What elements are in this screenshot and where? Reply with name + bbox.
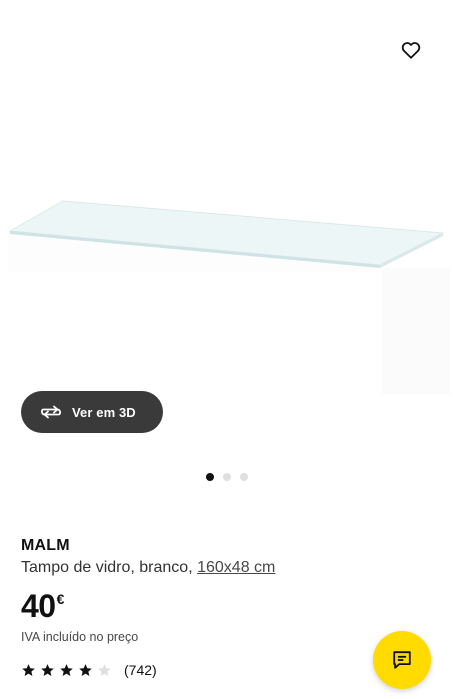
chat-icon: [393, 651, 411, 669]
vat-note: IVA incluído no preço: [21, 630, 139, 644]
product-description-text: Tampo de vidro, branco,: [21, 559, 193, 576]
gallery-dot-1[interactable]: [205, 473, 214, 481]
product-description: Tampo de vidro, branco, 160x48 cm: [21, 559, 275, 577]
view-in-3d-button[interactable]: Ver em 3D: [21, 391, 163, 433]
favorite-button[interactable]: [392, 31, 430, 69]
review-count: (742): [124, 662, 157, 678]
gallery-dot-2[interactable]: [222, 473, 231, 481]
star-filled-icon: [60, 663, 73, 676]
star-filled-icon: [41, 663, 54, 676]
gallery-pagination: [0, 473, 453, 483]
product-image-gallery[interactable]: Ver em 3D: [0, 0, 453, 470]
rotate-icon: [39, 400, 63, 424]
star-filled-icon: [22, 663, 35, 676]
price-amount: 40: [21, 588, 56, 624]
product-rating[interactable]: (742): [21, 662, 157, 678]
star-empty-icon: [98, 663, 111, 676]
product-name: MALM: [21, 537, 70, 554]
price-currency: €: [56, 591, 65, 607]
rating-stars: [21, 663, 112, 678]
chat-button[interactable]: [373, 631, 431, 689]
product-price: 40 €: [21, 588, 64, 624]
view-in-3d-label: Ver em 3D: [72, 404, 136, 420]
product-measurement-link[interactable]: 160x48 cm: [197, 559, 275, 576]
heart-icon: [401, 42, 421, 59]
star-filled-icon: [79, 663, 92, 676]
gallery-dot-3[interactable]: [239, 473, 248, 481]
